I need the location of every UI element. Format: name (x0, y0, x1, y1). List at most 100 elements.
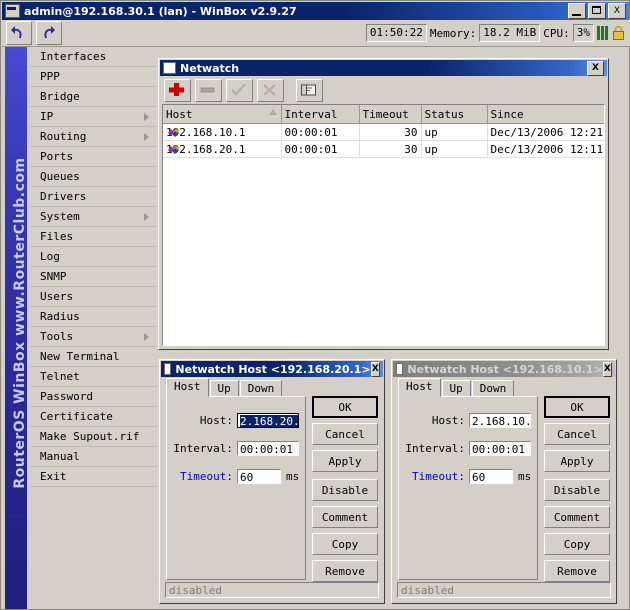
cancel-button[interactable]: Cancel (544, 423, 610, 445)
sidebar-item-interfaces[interactable]: Interfaces (30, 47, 157, 67)
sidebar-item-label: Log (40, 250, 60, 263)
disable-button[interactable] (257, 78, 284, 102)
sidebar-item-tools[interactable]: Tools (30, 327, 157, 347)
dialog-icon (164, 363, 172, 375)
table-row[interactable]: 192.168.20.1 00:00:01 30 up Dec/13/2006 12:1… (163, 140, 605, 158)
host-input[interactable]: 2.168.10.1 (469, 413, 531, 428)
column-header-label: Timeout (362, 107, 409, 121)
sidebar-item-ports[interactable]: Ports (30, 147, 157, 167)
disable-button[interactable]: Disable (312, 479, 378, 501)
chevron-right-icon (144, 213, 149, 221)
remove-button-label: Remove (325, 565, 365, 578)
netwatch-list[interactable]: Host Interval Timeout Status Since 192.168.1… (162, 104, 605, 346)
cell-since-text: Dec/13/2006 12:11:18 (490, 142, 605, 156)
sidebar-item-system[interactable]: System (30, 207, 157, 227)
sidebar-item-queues[interactable]: Queues (30, 167, 157, 187)
sidebar-item-telnet[interactable]: Telnet (30, 367, 157, 387)
dialog-status-text: disabled (401, 584, 454, 597)
sidebar-item-radius[interactable]: Radius (30, 307, 157, 327)
sidebar-item-log[interactable]: Log (30, 247, 157, 267)
ok-button[interactable]: OK (312, 396, 378, 418)
interval-input[interactable]: 00:00:01 (469, 441, 531, 456)
sidebar-item-label: Telnet (40, 370, 80, 383)
dialog-close-button[interactable]: X (602, 361, 612, 377)
close-button[interactable]: X (608, 3, 626, 19)
undo-button[interactable] (6, 21, 32, 45)
column-header-host[interactable]: Host (163, 105, 282, 124)
comment-button[interactable] (296, 78, 323, 102)
cancel-button[interactable]: Cancel (312, 423, 378, 445)
host-input[interactable]: 2.168.20.1 (237, 413, 299, 428)
sidebar-item-bridge[interactable]: Bridge (30, 87, 157, 107)
sidebar-item-password[interactable]: Password (30, 387, 157, 407)
tab-label: Host (406, 380, 433, 393)
comment-button[interactable]: Comment (544, 506, 610, 528)
winbox-window: admin@192.168.30.1 (lan) - WinBox v2.9.2… (0, 0, 630, 610)
sidebar-item-exit[interactable]: Exit (30, 467, 157, 487)
apply-button[interactable]: Apply (312, 450, 378, 472)
dialog-icon (396, 363, 404, 375)
sidebar-item-label: Tools (40, 330, 74, 343)
sidebar-item-files[interactable]: Files (30, 227, 157, 247)
sidebar-item-new-terminal[interactable]: New Terminal (30, 347, 157, 367)
copy-button-label: Copy (563, 538, 591, 551)
sidebar-item-label: Drivers (40, 190, 87, 203)
sidebar-item-manual[interactable]: Manual (30, 447, 157, 467)
sidebar-item-make-supout-rif[interactable]: Make Supout.rif (30, 427, 157, 447)
sidebar-item-label: New Terminal (40, 350, 120, 363)
add-button[interactable] (164, 78, 191, 102)
timeout-input[interactable]: 60 (237, 469, 281, 484)
sidebar-item-routing[interactable]: Routing (30, 127, 157, 147)
tab-up[interactable]: Up (441, 380, 471, 397)
table-header-row: Host Interval Timeout Status Since (163, 105, 604, 124)
netwatch-close-button[interactable]: X (587, 60, 604, 76)
apply-button[interactable]: Apply (544, 450, 610, 472)
column-header-interval[interactable]: Interval (281, 105, 360, 124)
ok-button[interactable]: OK (544, 396, 610, 418)
column-header-since[interactable]: Since (487, 105, 604, 124)
timeout-input[interactable]: 60 (469, 469, 513, 484)
sidebar-item-drivers[interactable]: Drivers (30, 187, 157, 207)
tab-host[interactable]: Host (166, 378, 209, 397)
memory-label: Memory: (429, 26, 477, 40)
sidebar-item-certificate[interactable]: Certificate (30, 407, 157, 427)
window-controls: X (568, 3, 630, 19)
tab-host[interactable]: Host (398, 378, 441, 397)
host-field-label: Host: (199, 414, 233, 427)
copy-button[interactable]: Copy (312, 533, 378, 555)
tab-down[interactable]: Down (239, 380, 283, 397)
status-panel: 01:50:22 Memory: 18.2 MiB CPU: 3% (365, 24, 630, 42)
interval-field-label: Interval: (405, 442, 465, 455)
maximize-button[interactable] (588, 3, 606, 19)
sidebar-item-snmp[interactable]: SNMP (30, 267, 157, 287)
column-header-timeout[interactable]: Timeout (359, 105, 422, 124)
netwatch-host-dialog-left: Netwatch Host <192.168.20.1> X Host Up Down H… (159, 359, 385, 604)
sidebar-item-label: Users (40, 290, 74, 303)
dialog-panel: Host: 2.168.10.1 Interval: 00:00:01 Timeout:… (398, 396, 538, 580)
timeout-input-value: 60 (472, 471, 486, 484)
enable-button[interactable] (226, 78, 253, 102)
sidebar-item-users[interactable]: Users (30, 287, 157, 307)
table-row[interactable]: 192.168.10.1 00:00:01 30 up Dec/13/2006 12:2… (163, 123, 604, 141)
sidebar-item-ppp[interactable]: PPP (30, 67, 157, 87)
host-icon (168, 128, 179, 137)
remove-button[interactable]: Remove (312, 560, 378, 582)
remove-button[interactable]: Remove (544, 560, 610, 582)
disable-button[interactable]: Disable (544, 479, 610, 501)
uptime-display: 01:50:22 (365, 24, 427, 42)
tab-up[interactable]: Up (209, 380, 239, 397)
minimize-button[interactable] (568, 3, 586, 19)
interval-input[interactable]: 00:00:01 (237, 441, 299, 456)
comment-button[interactable]: Comment (312, 506, 378, 528)
sidebar-item-ip[interactable]: IP (30, 107, 157, 127)
plus-icon (169, 82, 184, 96)
cell-interval: 00:00:01 (281, 123, 360, 141)
cell-status: up (421, 140, 488, 158)
column-header-status[interactable]: Status (421, 105, 488, 124)
dialog-close-button[interactable]: X (370, 361, 380, 377)
tab-down[interactable]: Down (471, 380, 515, 397)
redo-button[interactable] (36, 21, 62, 45)
lock-icon (612, 25, 625, 41)
copy-button[interactable]: Copy (544, 533, 610, 555)
remove-button[interactable] (195, 78, 222, 102)
